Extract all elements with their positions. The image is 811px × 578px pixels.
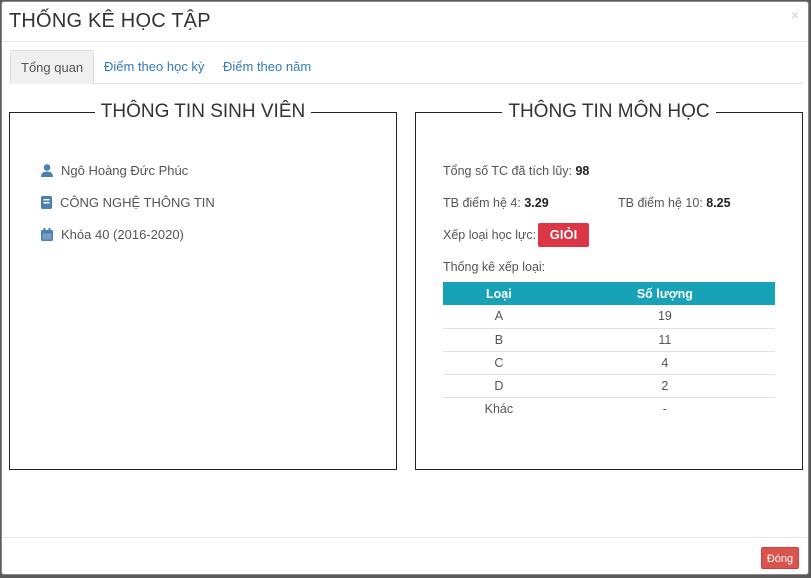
- table-row: A 19: [443, 305, 775, 329]
- gpa4-stat: TB điểm hệ 4: 3.29: [443, 196, 549, 210]
- stats-label: Thống kê xếp loại:: [443, 260, 546, 274]
- modal-title: THỐNG KÊ HỌC TẬP: [9, 10, 211, 32]
- table-row: Khác -: [484, 401, 667, 416]
- tab-bar: Tổng quan Điểm theo học kỳ Điểm theo năm: [9, 50, 803, 84]
- student-name-row: Ngô Hoàng Đức Phúc: [41, 163, 188, 178]
- column-header-type: Loại: [443, 282, 555, 305]
- gpa4-value: 3.29: [524, 196, 549, 210]
- modal-header: THỐNG KÊ HỌC TẬP ×: [2, 2, 808, 42]
- modal-footer: Đóng: [2, 537, 808, 574]
- tab-year-scores[interactable]: Điểm theo năm: [213, 50, 321, 84]
- student-major: CÔNG NGHỆ THÔNG TIN: [60, 195, 215, 210]
- table-row: D2: [443, 374, 775, 398]
- credits-value: 98: [575, 164, 590, 178]
- tab-overview[interactable]: Tổng quan: [10, 50, 95, 84]
- rank-stats-table: Loại Số lượng A 19 B 11 C4 D2 Khác -: [443, 282, 775, 420]
- student-info-panel: THÔNG TIN SINH VIÊN Ngô Hoàng Đức Phúc C…: [9, 101, 397, 470]
- statistics-modal: THỐNG KÊ HỌC TẬP × Tổng quan Điểm theo h…: [1, 1, 809, 575]
- rank-badge: GIỎI: [538, 223, 589, 247]
- student-major-row: CÔNG NGHỆ THÔNG TIN: [41, 195, 215, 210]
- user-icon: [41, 164, 53, 177]
- rank-label: Xếp loại học lực:: [443, 228, 537, 242]
- student-name: Ngô Hoàng Đức Phúc: [61, 163, 189, 178]
- course-info-legend: THÔNG TIN MÔN HỌC: [416, 101, 802, 123]
- student-info-legend: THÔNG TIN SINH VIÊN: [10, 101, 396, 123]
- table-header-row: Loại Số lượng: [443, 282, 775, 305]
- gpa10-stat: TB điểm hệ 10: 8.25: [618, 196, 731, 210]
- column-header-count: Số lượng: [554, 282, 775, 305]
- book-icon: [41, 196, 52, 209]
- close-icon[interactable]: ×: [788, 8, 802, 22]
- student-cohort-row: Khóa 40 (2016-2020): [41, 227, 184, 242]
- table-row: B 11: [443, 328, 775, 352]
- close-button[interactable]: Đóng: [761, 547, 799, 569]
- calendar-icon: [41, 228, 53, 241]
- student-cohort: Khóa 40 (2016-2020): [61, 227, 184, 242]
- tab-semester-scores[interactable]: Điểm theo học kỳ: [94, 50, 214, 84]
- gpa10-value: 8.25: [706, 196, 731, 210]
- course-info-panel: THÔNG TIN MÔN HỌC Tổng số TC đã tích lũy…: [415, 101, 803, 470]
- credits-stat: Tổng số TC đã tích lũy: 98: [443, 164, 590, 178]
- table-row: C4: [443, 351, 775, 375]
